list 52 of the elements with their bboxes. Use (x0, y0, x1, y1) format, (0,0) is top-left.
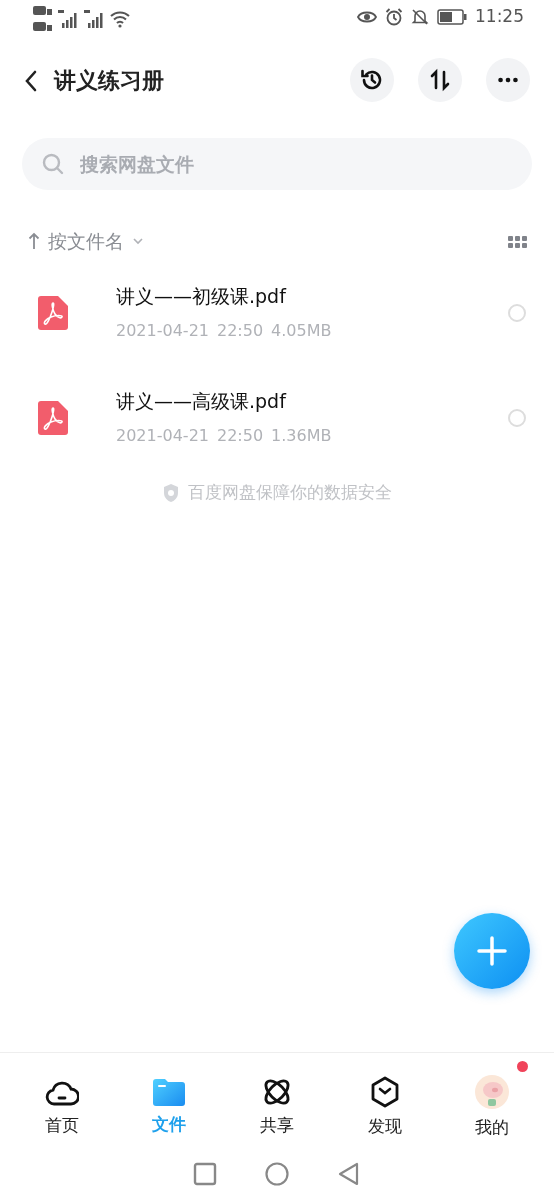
hexagon-icon (369, 1075, 400, 1108)
shield-icon (162, 482, 180, 503)
nav-tab[interactable]: 首页 (21, 1062, 102, 1139)
signal-icon (84, 9, 106, 29)
folder-icon (153, 1077, 186, 1106)
recents-button[interactable] (193, 1161, 217, 1187)
sim-status-icon (32, 4, 54, 34)
file-date: 2021-04-21 (116, 424, 209, 447)
security-notice: 百度网盘保障你的数据安全 (188, 481, 392, 504)
history-button[interactable] (350, 58, 394, 102)
square-icon (193, 1162, 217, 1187)
muted-bell-icon (411, 7, 429, 26)
grid-icon (508, 235, 528, 248)
file-date: 2021-04-21 (116, 319, 209, 342)
nav-tab[interactable]: 共享 (237, 1062, 317, 1139)
battery-icon (437, 8, 467, 25)
circle-icon (265, 1162, 289, 1187)
file-row[interactable]: 讲义——初级课.pdf 2021-04-21 22:50 4.05MB (0, 260, 554, 365)
select-radio[interactable] (508, 408, 526, 427)
more-button[interactable] (486, 58, 530, 102)
page-title: 讲义练习册 (54, 66, 165, 95)
file-size: 4.05MB (271, 319, 332, 342)
nav-tab[interactable]: 发现 (344, 1061, 425, 1140)
history-icon (360, 68, 384, 92)
pdf-file-icon (38, 295, 68, 330)
triangle-icon (337, 1162, 361, 1187)
eye-icon (357, 9, 377, 24)
file-name: 讲义——高级课.pdf (116, 389, 288, 415)
select-radio[interactable] (508, 303, 526, 322)
pdf-file-icon (38, 400, 68, 435)
sort-button[interactable] (418, 58, 462, 102)
search-field[interactable]: 搜索网盘文件 (22, 138, 532, 190)
avatar-icon (475, 1074, 510, 1109)
file-row[interactable]: 讲义——高级课.pdf 2021-04-21 22:50 1.36MB (0, 365, 554, 470)
back-icon (24, 69, 38, 92)
up-arrow-icon (28, 232, 40, 250)
file-name: 讲义——初级课.pdf (116, 284, 288, 310)
back-nav-button[interactable] (337, 1161, 361, 1187)
nav-tab[interactable]: 我的 (452, 1060, 533, 1141)
caret-icon (132, 237, 144, 245)
clock-time: 11:25 (475, 5, 524, 28)
file-time: 22:50 (217, 424, 264, 447)
more-icon (498, 77, 518, 83)
signal-icon (58, 9, 80, 29)
file-size: 1.36MB (271, 424, 332, 447)
back-button[interactable] (24, 68, 38, 92)
home-button[interactable] (265, 1161, 289, 1187)
file-time: 22:50 (217, 319, 264, 342)
plus-icon (476, 935, 508, 967)
alarm-icon (385, 7, 403, 26)
wifi-icon (110, 10, 130, 28)
add-button[interactable] (454, 913, 530, 989)
